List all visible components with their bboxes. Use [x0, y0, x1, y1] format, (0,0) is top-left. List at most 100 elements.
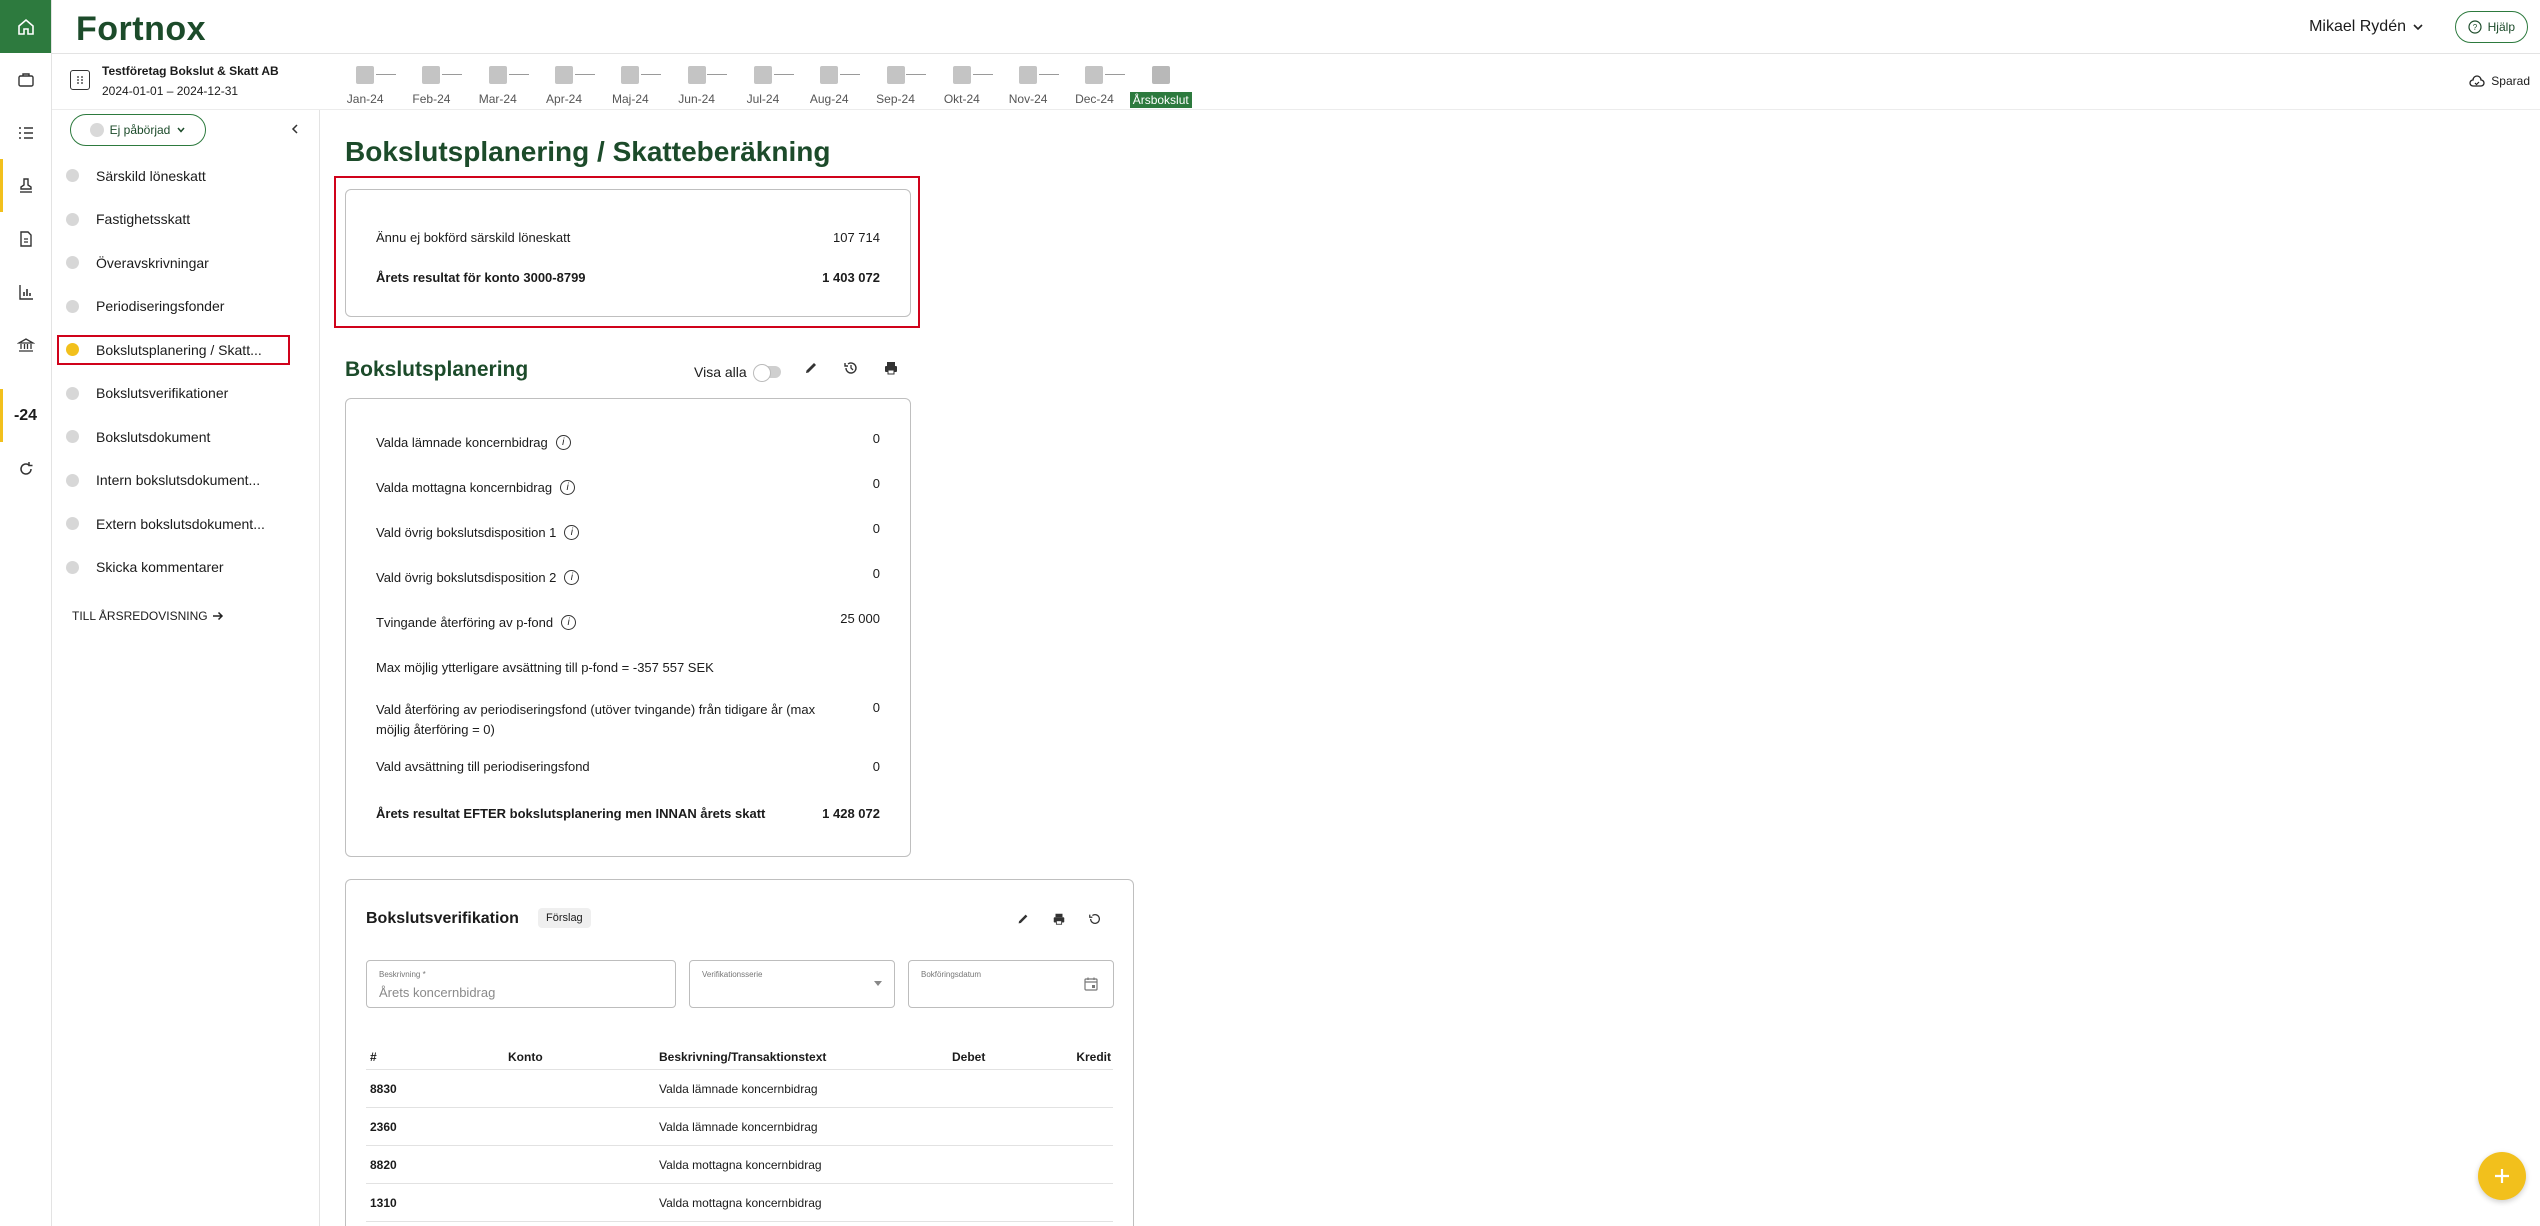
print-icon[interactable] [881, 358, 901, 378]
summary-label: Årets resultat för konto 3000-8799 [376, 270, 586, 285]
briefcase-icon[interactable] [0, 53, 51, 106]
home-icon[interactable] [0, 0, 51, 53]
month-step[interactable]: Nov-24 [995, 62, 1061, 108]
row-number: 2360 [370, 1119, 397, 1134]
refresh-icon[interactable] [0, 442, 51, 495]
info-icon[interactable]: i [560, 480, 576, 495]
info-icon[interactable]: i [564, 525, 580, 540]
sidebar-item[interactable]: Fastighetsskatt [52, 198, 320, 242]
sidebar-item-label: Fastighetsskatt [96, 211, 191, 228]
chevron-left-icon [291, 124, 298, 134]
series-field-label: Verifikationsserie [702, 970, 763, 979]
row-description: Valda lämnade koncernbidrag [659, 1081, 818, 1096]
timeline-connector [972, 74, 993, 75]
month-step[interactable]: Årsbokslut [1128, 62, 1194, 108]
status-dropdown[interactable]: Ej påbörjad [70, 114, 206, 146]
sidebar-item[interactable]: Särskild löneskatt [52, 154, 320, 198]
month-step[interactable]: Feb-24 [398, 62, 464, 108]
timeline-connector [906, 74, 927, 75]
show-all-toggle[interactable]: Visa alla [694, 364, 781, 382]
calendar-icon[interactable] [1083, 976, 1099, 992]
sidebar-item[interactable]: Intern bokslutsdokument... [52, 459, 320, 503]
table-row[interactable]: 1310 Valda mottagna koncernbidrag [366, 1184, 1113, 1222]
stamp-icon[interactable] [0, 159, 51, 212]
planning-row-value: 0 [872, 566, 880, 581]
month-step[interactable]: Maj-24 [597, 62, 663, 108]
question-icon: ? [2468, 20, 2482, 34]
month-step[interactable]: Jan-24 [332, 62, 398, 108]
booking-date-field[interactable]: Bokföringsdatum [908, 960, 1114, 1008]
info-icon[interactable]: i [555, 435, 571, 450]
summary-row: Ännu ej bokförd särskild löneskatt 107 7… [376, 230, 880, 245]
checklist-icon[interactable] [0, 106, 51, 159]
sidebar: Ej påbörjad Särskild löneskatt Fastighets… [52, 110, 320, 1226]
sidebar-item[interactable]: Periodiseringsfonder [52, 285, 320, 329]
row-number: 8820 [370, 1157, 397, 1172]
top-bar: Fortnox Mikael Rydén ? Hjälp [52, 0, 2540, 54]
chart-icon[interactable] [0, 265, 51, 318]
fortnox-logo[interactable]: Fortnox [76, 10, 206, 49]
lock-icon [488, 66, 507, 84]
chevron-down-icon [177, 127, 185, 133]
help-button[interactable]: ? Hjälp [2454, 11, 2528, 43]
saved-status: Sparad [2469, 74, 2530, 88]
document-icon[interactable] [0, 212, 51, 265]
verification-table-header: # Konto Beskrivning/Transaktionstext Deb… [366, 1044, 1113, 1070]
col-description: Beskrivning/Transaktionstext [659, 1049, 827, 1064]
month-step[interactable]: Jun-24 [663, 62, 729, 108]
plus-icon [2495, 1169, 2509, 1183]
sidebar-item[interactable]: Extern bokslutsdokument... [52, 502, 320, 546]
page-title: Bokslutsplanering / Skatteberäkning [345, 136, 831, 167]
user-menu[interactable]: Mikael Rydén [2309, 18, 2424, 36]
pencil-icon[interactable] [801, 358, 821, 378]
month-step[interactable]: Sep-24 [862, 62, 928, 108]
to-annual-report-link[interactable]: TILL ÅRSREDOVISNING [72, 609, 224, 623]
month-label: Jan-24 [346, 92, 384, 106]
description-field[interactable]: Beskrivning * Årets koncernbidrag [366, 960, 676, 1008]
lock-icon [1085, 66, 1104, 84]
status-badge: Förslag [538, 908, 591, 928]
lock-icon [1019, 66, 1038, 84]
company-selector[interactable]: Testföretag Bokslut & Skatt AB 2024-01-0… [70, 64, 279, 98]
print-icon[interactable] [1050, 910, 1068, 928]
svg-text:?: ? [2472, 23, 2477, 32]
bank-icon[interactable] [0, 318, 51, 371]
info-icon[interactable]: i [564, 570, 580, 585]
month-step[interactable]: Okt-24 [929, 62, 995, 108]
collapse-sidebar-button[interactable] [289, 122, 301, 138]
timeline-connector [508, 74, 529, 75]
lock-icon [555, 66, 574, 84]
month-step[interactable]: Aug-24 [796, 62, 862, 108]
description-field-label: Beskrivning * [379, 970, 426, 979]
table-row[interactable]: 2360 Valda lämnade koncernbidrag [366, 1108, 1113, 1146]
series-select[interactable]: Verifikationsserie [689, 960, 895, 1008]
history-icon[interactable] [841, 358, 861, 378]
month-step[interactable]: Mar-24 [465, 62, 531, 108]
month-step[interactable]: Apr-24 [531, 62, 597, 108]
sidebar-item[interactable]: Bokslutsplanering / Skatt... [52, 328, 320, 372]
planning-row: Valda lämnade koncernbidrag i 0 [376, 431, 880, 450]
sidebar-item[interactable]: Bokslutsverifikationer [52, 372, 320, 416]
status-dot-icon [66, 430, 79, 444]
pencil-icon[interactable] [1014, 910, 1032, 928]
add-button[interactable] [2478, 1152, 2526, 1200]
info-icon[interactable]: i [561, 615, 577, 630]
table-row[interactable]: 8830 Valda lämnade koncernbidrag [366, 1070, 1113, 1108]
month-step[interactable]: Dec-24 [1061, 62, 1127, 108]
sidebar-item[interactable]: Skicka kommentarer [52, 546, 320, 590]
year-selector[interactable]: -24 [0, 389, 51, 442]
planning-row-label: Vald övrig bokslutsdisposition 2 [376, 570, 557, 585]
toggle-switch[interactable] [752, 364, 781, 382]
summary-value: 1 403 072 [822, 270, 880, 285]
status-label: Ej påbörjad [109, 123, 171, 137]
sidebar-item[interactable]: Bokslutsdokument [52, 415, 320, 459]
table-row[interactable]: 8820 Valda mottagna koncernbidrag [366, 1146, 1113, 1184]
row-description: Valda lämnade koncernbidrag [659, 1119, 818, 1134]
left-rail: -24 [0, 0, 52, 1226]
lock-icon [820, 66, 839, 84]
history-icon[interactable] [1086, 910, 1104, 928]
sidebar-item-label: Skicka kommentarer [96, 559, 224, 576]
month-step[interactable]: Jul-24 [730, 62, 796, 108]
status-dot-icon [66, 212, 79, 226]
sidebar-item[interactable]: Överavskrivningar [52, 241, 320, 285]
